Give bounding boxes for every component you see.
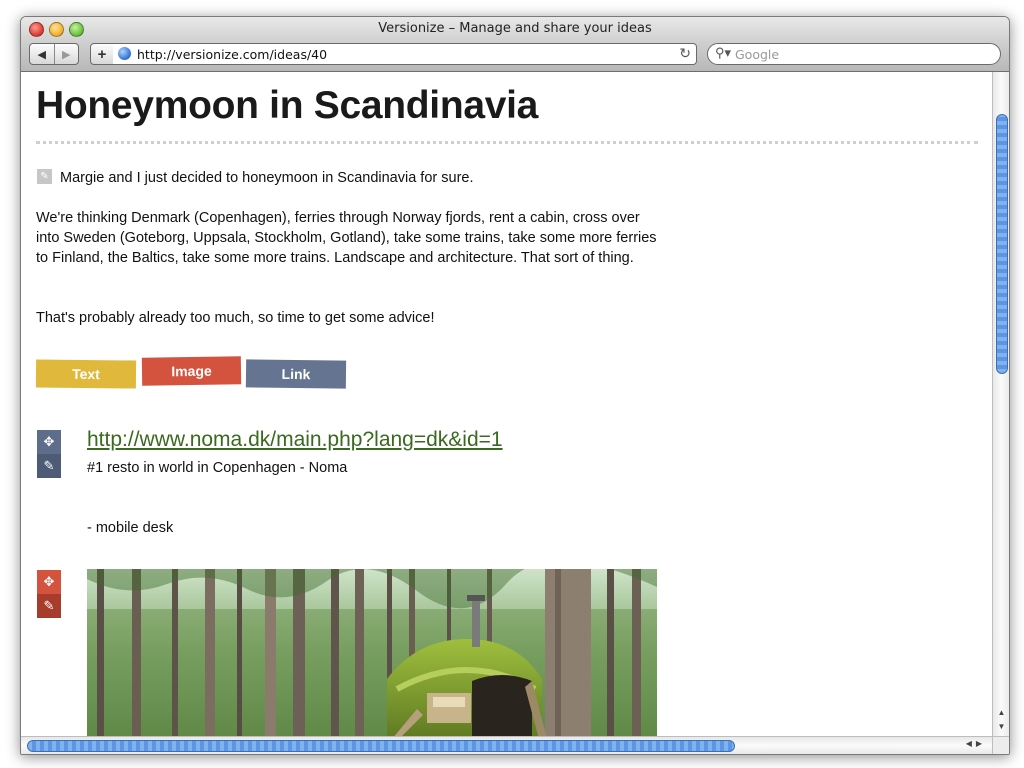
plans-paragraph: We're thinking Denmark (Copenhagen), fer… <box>36 210 657 266</box>
address-bar[interactable]: http://versionize.com/ideas/40 ↻ <box>113 43 697 65</box>
intro-paragraph: Margie and I just decided to honeymoon i… <box>60 170 474 186</box>
search-icon: ⚲▾ <box>715 45 732 60</box>
forward-arrow-icon[interactable]: ▶ <box>53 44 79 64</box>
add-text-button[interactable]: Text <box>35 359 137 389</box>
move-icon[interactable]: ✥ <box>37 570 61 594</box>
title-divider <box>36 141 978 144</box>
back-arrow-icon[interactable]: ◀ <box>30 44 54 64</box>
add-link-button[interactable]: Link <box>245 359 347 389</box>
plus-icon: + <box>97 45 107 63</box>
pencil-icon[interactable]: ✎ <box>37 169 52 184</box>
horizontal-scrollbar[interactable]: ◀▶ <box>21 736 992 754</box>
link-note: - mobile desk <box>87 520 174 536</box>
horizontal-scroll-arrows[interactable]: ◀▶ <box>966 739 986 748</box>
add-image-button[interactable]: Image <box>141 356 242 386</box>
reload-icon[interactable]: ↻ <box>679 45 691 62</box>
browser-window: Versionize – Manage and share your ideas… <box>20 16 1010 755</box>
vertical-scroll-thumb[interactable] <box>996 114 1008 374</box>
globe-icon <box>118 47 131 60</box>
advice-paragraph: That's probably already too much, so tim… <box>36 310 435 326</box>
vertical-scrollbar[interactable]: ▲ ▼ <box>992 72 1009 736</box>
vertical-scroll-arrows[interactable]: ▲ ▼ <box>993 706 1009 736</box>
search-placeholder: Google <box>735 47 780 62</box>
link-url[interactable]: http://www.noma.dk/main.php?lang=dk&id=1 <box>87 428 503 452</box>
search-field[interactable]: ⚲▾ Google <box>707 43 1001 65</box>
horizontal-scroll-thumb[interactable] <box>27 740 735 752</box>
browser-toolbar: Versionize – Manage and share your ideas… <box>21 17 1009 72</box>
pencil-icon[interactable]: ✎ <box>37 594 61 618</box>
forest-cabin-image <box>87 569 657 736</box>
url-text[interactable]: http://versionize.com/ideas/40 <box>137 47 327 62</box>
page-content: Honeymoon in Scandinavia ✎ Margie and I … <box>21 72 992 736</box>
link-description: #1 resto in world in Copenhagen - Noma <box>87 460 348 476</box>
move-icon[interactable]: ✥ <box>37 430 61 454</box>
nav-buttons: ◀ ▶ <box>29 43 79 65</box>
resize-corner[interactable] <box>992 736 1009 754</box>
pencil-icon[interactable]: ✎ <box>37 454 61 478</box>
page-title: Honeymoon in Scandinavia <box>36 84 539 127</box>
add-bookmark-button[interactable]: + <box>90 43 114 65</box>
window-title: Versionize – Manage and share your ideas <box>378 21 652 36</box>
